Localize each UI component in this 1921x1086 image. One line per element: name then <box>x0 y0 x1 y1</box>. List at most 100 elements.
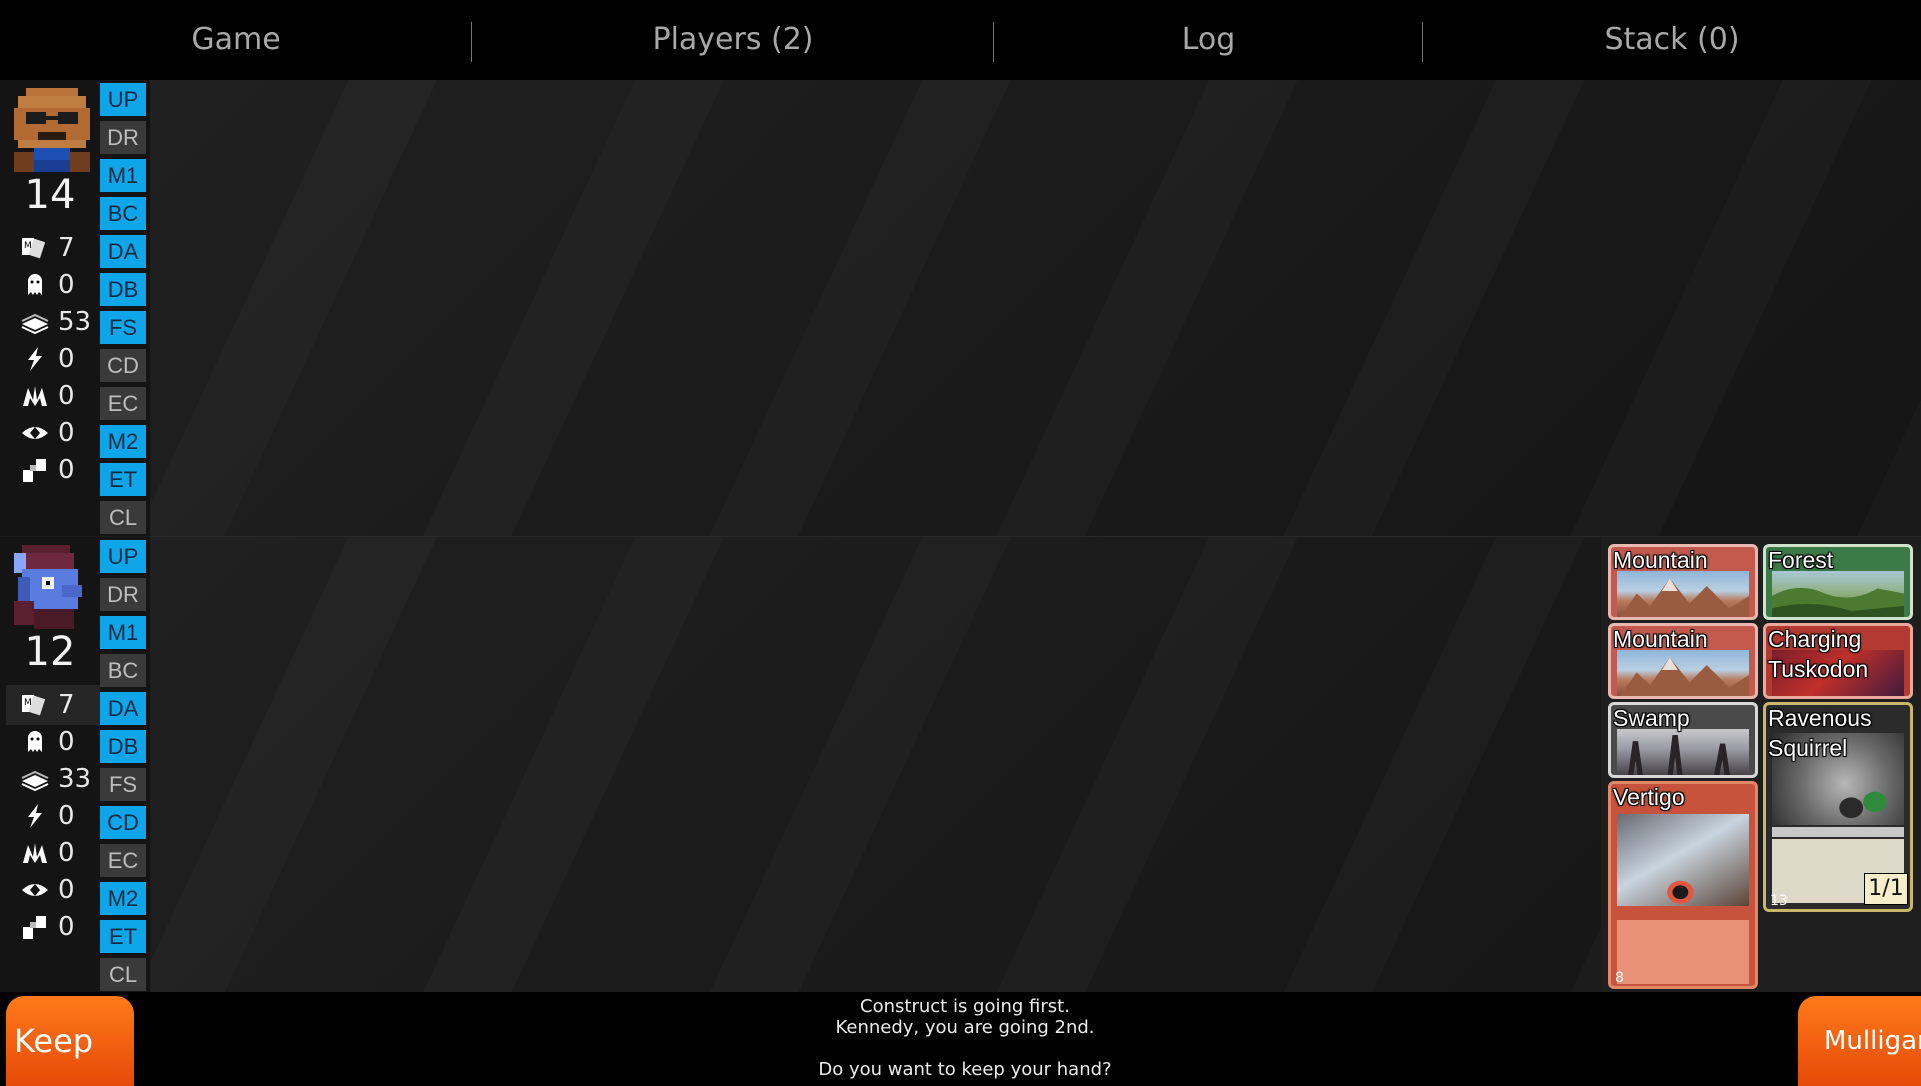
phase-untap[interactable]: UP <box>100 83 146 116</box>
phase-declare-attackers[interactable]: DA <box>100 235 146 268</box>
card-name: Ravenous Squirrel <box>1768 705 1872 761</box>
card-art <box>1617 814 1749 906</box>
energy-count-value: 0 <box>58 344 75 374</box>
opponent-life-total: 14 <box>24 172 76 218</box>
graveyard-count-value: 0 <box>58 270 75 300</box>
opponent-panel: 14 M 7 0 53 0 0 0 0 UP DR M1 BC DA DB FS… <box>0 80 150 536</box>
phase-declare-blockers[interactable]: DB <box>100 273 146 306</box>
hand-card[interactable]: Ravenous Squirrel 13 1/1 <box>1763 702 1913 912</box>
card-name: Forest <box>1768 547 1834 573</box>
exile-count-value: 0 <box>58 418 75 448</box>
card-name: Mountain <box>1613 626 1708 652</box>
mana-count-value: 0 <box>58 838 75 868</box>
prompt-line-2: Kennedy, you are going 2nd. <box>835 1017 1095 1038</box>
phase-end-turn[interactable]: ET <box>100 920 146 953</box>
keep-button[interactable]: Keep <box>6 996 134 1086</box>
card-art <box>1772 571 1904 617</box>
type-line <box>1772 827 1904 837</box>
hand-card[interactable]: Forest <box>1763 544 1913 620</box>
phase-end-combat[interactable]: EC <box>100 387 146 420</box>
library-deck-icon <box>21 313 49 335</box>
phase-end-turn[interactable]: ET <box>100 463 146 496</box>
card-counter: 8 <box>1615 970 1624 986</box>
phase-declare-attackers[interactable]: DA <box>100 692 146 725</box>
energy-count-value: 0 <box>58 801 75 831</box>
opponent-library-count[interactable]: 53 <box>20 302 100 342</box>
hand-cards-icon: M <box>22 695 46 716</box>
phase-untap[interactable]: UP <box>100 540 146 573</box>
opponent-command-count[interactable]: 0 <box>20 450 100 490</box>
top-menu-bar: Game Players (2) Log Stack (0) <box>0 0 1921 80</box>
exile-eye-icon <box>22 884 48 896</box>
player-panel: 12 M 7 0 33 0 0 0 0 UP DR M1 BC DA DB FS… <box>0 537 150 992</box>
planeswalker-icon <box>23 843 47 863</box>
hand-count-value: 7 <box>58 690 75 720</box>
command-zone-icon <box>23 916 46 939</box>
card-art <box>1617 729 1749 775</box>
command-zone-icon <box>23 459 46 482</box>
hand-card[interactable]: Mountain <box>1608 623 1758 699</box>
energy-bolt-icon <box>28 804 42 828</box>
player-graveyard-count[interactable]: 0 <box>20 722 100 762</box>
tab-log[interactable]: Log <box>994 0 1423 80</box>
phase-cleanup[interactable]: CL <box>100 501 146 534</box>
card-name: Swamp <box>1613 705 1690 731</box>
hand-card[interactable]: Swamp <box>1608 702 1758 778</box>
library-count-value: 33 <box>58 764 92 794</box>
hand-card[interactable]: Mountain <box>1608 544 1758 620</box>
tab-players[interactable]: Players (2) <box>472 0 994 80</box>
phase-combat-damage[interactable]: CD <box>100 806 146 839</box>
opponent-avatar[interactable] <box>6 84 98 172</box>
player-avatar[interactable] <box>6 541 98 629</box>
graveyard-count-value: 0 <box>58 727 75 757</box>
phase-first-strike[interactable]: FS <box>100 768 146 801</box>
hand-card[interactable]: Charging Tuskodon <box>1763 623 1913 699</box>
phase-begin-combat[interactable]: BC <box>100 654 146 687</box>
player-exile-count[interactable]: 0 <box>20 870 100 910</box>
phase-begin-combat[interactable]: BC <box>100 197 146 230</box>
phase-end-combat[interactable]: EC <box>100 844 146 877</box>
card-name: Vertigo <box>1613 784 1685 810</box>
prompt-bar: Construct is going first. Kennedy, you a… <box>0 992 1921 1086</box>
planeswalker-icon <box>23 386 47 406</box>
prompt-message: Construct is going first. Kennedy, you a… <box>640 996 1290 1080</box>
library-count-value: 53 <box>58 307 92 337</box>
phase-main2[interactable]: M2 <box>100 425 146 458</box>
hand-card[interactable]: Vertigo 8 <box>1608 781 1758 989</box>
phase-draw[interactable]: DR <box>100 121 146 154</box>
player-mana-count[interactable]: 0 <box>20 833 100 873</box>
phase-first-strike[interactable]: FS <box>100 311 146 344</box>
phase-cleanup[interactable]: CL <box>100 958 146 991</box>
player-hand-count[interactable]: M 7 <box>6 685 100 725</box>
opponent-exile-count[interactable]: 0 <box>20 413 100 453</box>
phase-main1[interactable]: M1 <box>100 159 146 192</box>
player-command-count[interactable]: 0 <box>20 907 100 947</box>
opponent-hand-count[interactable]: M 7 <box>20 228 100 268</box>
phase-declare-blockers[interactable]: DB <box>100 730 146 763</box>
opponent-graveyard-count[interactable]: 0 <box>20 265 100 305</box>
player-energy-count[interactable]: 0 <box>20 796 100 836</box>
library-deck-icon <box>21 770 49 792</box>
tab-stack[interactable]: Stack (0) <box>1423 0 1921 80</box>
opponent-energy-count[interactable]: 0 <box>20 339 100 379</box>
opponent-battlefield[interactable] <box>150 80 1921 537</box>
svg-text:M: M <box>24 241 32 251</box>
phase-combat-damage[interactable]: CD <box>100 349 146 382</box>
player-library-count[interactable]: 33 <box>20 759 100 799</box>
graveyard-ghost-icon <box>28 274 42 295</box>
hand-cards-icon: M <box>22 238 46 259</box>
power-toughness: 1/1 <box>1864 873 1908 905</box>
command-count-value: 0 <box>58 455 75 485</box>
tab-game[interactable]: Game <box>0 0 472 80</box>
mulligan-button[interactable]: Mulligan <box>1798 996 1921 1086</box>
player-life-total: 12 <box>24 629 76 675</box>
energy-bolt-icon <box>28 347 42 371</box>
phase-main2[interactable]: M2 <box>100 882 146 915</box>
prompt-line-1: Construct is going first. <box>860 996 1070 1017</box>
phase-draw[interactable]: DR <box>100 578 146 611</box>
command-count-value: 0 <box>58 912 75 942</box>
graveyard-ghost-icon <box>28 731 42 752</box>
phase-main1[interactable]: M1 <box>100 616 146 649</box>
opponent-mana-count[interactable]: 0 <box>20 376 100 416</box>
mana-count-value: 0 <box>58 381 75 411</box>
